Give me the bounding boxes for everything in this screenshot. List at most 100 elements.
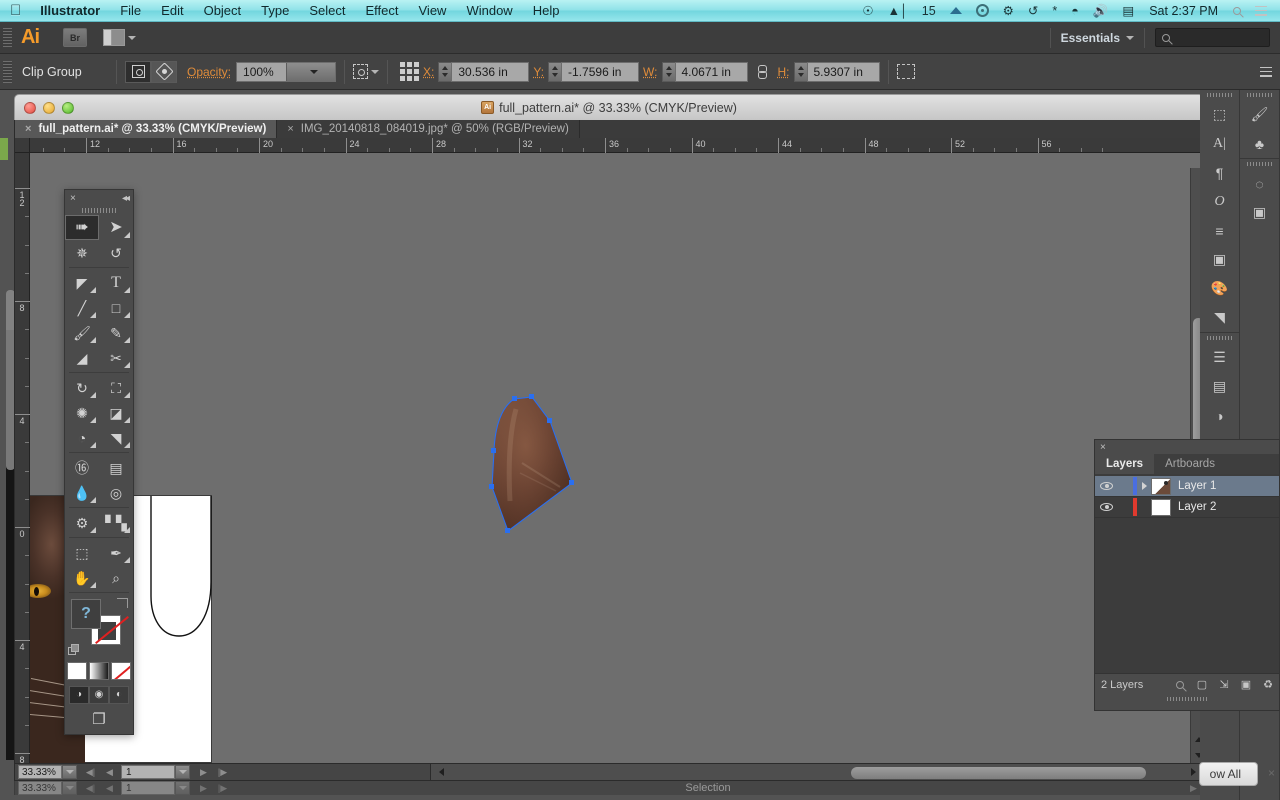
lasso-tool[interactable]: ↺ [99, 240, 133, 265]
free-transform-tool[interactable]: ◪ [99, 400, 133, 425]
x-stepper[interactable] [438, 61, 452, 82]
close-icon[interactable]: × [70, 193, 76, 204]
artboard-dropdown-button[interactable] [175, 765, 190, 779]
y-stepper[interactable] [548, 61, 562, 82]
scissors-tool[interactable]: ✂ [99, 345, 133, 370]
layers-panel-close[interactable]: × [1095, 440, 1279, 454]
paintbrush-tool[interactable]: 🖌 [65, 320, 99, 345]
pen-tool[interactable]: ◤ [65, 270, 99, 295]
menu-edit[interactable]: Edit [151, 0, 193, 22]
none-button[interactable] [111, 662, 131, 680]
close-icon[interactable]: × [287, 123, 293, 135]
last-artboard-button[interactable]: |▶ [213, 764, 232, 780]
chevron-down-icon[interactable] [1126, 35, 1134, 40]
tools-panel-grip[interactable] [65, 206, 133, 215]
artboard-tool[interactable]: ⬚ [65, 540, 99, 565]
brushes-panel-icon[interactable]: 🖌 [1240, 100, 1279, 129]
x-position-field[interactable]: X: 30.536 in [423, 61, 530, 82]
x-value[interactable]: 30.536 in [451, 61, 530, 82]
line-segment-tool[interactable]: ╱ [65, 295, 99, 320]
wifi-icon[interactable]: ◓ [1064, 0, 1086, 22]
scroll-left-button[interactable] [433, 764, 449, 780]
vertical-ruler[interactable]: 12 8 4 0 4 8 [15, 153, 30, 763]
create-new-layer-icon[interactable]: ▣ [1235, 678, 1257, 691]
menu-object[interactable]: Object [194, 0, 252, 22]
layer-row-2[interactable]: Layer 2 [1095, 497, 1279, 518]
menu-view[interactable]: View [409, 0, 457, 22]
illustrator-menulet-icon[interactable]: ▲│ [881, 0, 915, 22]
apple-icon[interactable]:  [10, 3, 21, 18]
h-value[interactable]: 5.9307 in [806, 61, 880, 82]
align-panel-icon[interactable]: ≡ [1200, 216, 1239, 245]
y-position-field[interactable]: Y: -1.7596 in [533, 61, 640, 82]
transparency-panel-icon[interactable]: ◑ [1200, 401, 1239, 430]
horizontal-ruler[interactable]: 12 16 20 24 28 32 36 40 44 48 52 56 [15, 138, 1203, 153]
menu-help[interactable]: Help [523, 0, 570, 22]
draw-behind-button[interactable]: ◉ [89, 686, 109, 704]
visibility-toggle[interactable] [1095, 503, 1117, 511]
eyedropper-tool[interactable]: 💧 [65, 480, 99, 505]
help-search-input[interactable] [1155, 28, 1270, 47]
visibility-toggle[interactable] [1095, 482, 1117, 490]
y-value[interactable]: -1.7596 in [561, 61, 640, 82]
collapse-icon[interactable]: ◂◂ [122, 193, 130, 204]
menu-bar-clock[interactable]: Sat 2:37 PM [1141, 4, 1226, 18]
h-stepper[interactable] [793, 61, 807, 82]
previous-artboard-button[interactable]: ◀ [100, 764, 119, 780]
opacity-dropdown-button[interactable] [285, 62, 336, 81]
column-graph-tool[interactable]: ▘▚ [99, 510, 133, 535]
layer-row-1[interactable]: Layer 1 [1095, 476, 1279, 497]
locate-object-icon[interactable] [1169, 680, 1191, 689]
document-window-titlebar[interactable]: Ai full_pattern.ai* @ 33.33% (CMYK/Previ… [14, 94, 1204, 120]
menu-file[interactable]: File [110, 0, 151, 22]
symbols-panel-icon[interactable]: ♣ [1240, 129, 1279, 158]
menu-select[interactable]: Select [299, 0, 355, 22]
constrain-proportions-icon[interactable] [754, 64, 768, 80]
delete-selection-icon[interactable]: ♻ [1257, 678, 1279, 691]
first-artboard-button[interactable]: ◀| [81, 764, 100, 780]
close-icon[interactable]: × [25, 123, 31, 135]
time-machine-icon[interactable]: ↺ [1021, 0, 1045, 22]
character-panel-icon[interactable]: A| [1200, 129, 1239, 158]
paragraph-panel-icon[interactable]: ¶ [1200, 158, 1239, 187]
type-tool[interactable]: T [99, 270, 133, 295]
gradient-panel-icon[interactable]: ▤ [1200, 372, 1239, 401]
pathfinder-panel-icon[interactable]: ▣ [1200, 245, 1239, 274]
notification-center-icon[interactable] [1248, 5, 1274, 16]
create-new-sublayer-icon[interactable]: ⇲ [1213, 678, 1235, 691]
arrange-documents-button[interactable] [103, 29, 136, 46]
hand-tool[interactable]: ✋ [65, 565, 99, 590]
menu-illustrator[interactable]: Illustrator [30, 0, 110, 22]
make-clipping-mask-icon[interactable]: ▢ [1191, 678, 1213, 691]
slice-tool[interactable]: ✒ [99, 540, 133, 565]
zoom-tool[interactable]: ⌕ [99, 565, 133, 590]
height-field[interactable]: H: 5.9307 in [778, 61, 880, 82]
menu-effect[interactable]: Effect [355, 0, 408, 22]
dock-grip[interactable] [1200, 333, 1239, 343]
bell-icon[interactable]: ☉ [855, 0, 880, 22]
volume-icon[interactable]: 🔊 [1086, 0, 1116, 22]
color-guide-panel-icon[interactable]: ◥ [1200, 303, 1239, 332]
battery-icon[interactable]: ▤ [1115, 0, 1141, 22]
panel-menu-icon[interactable] [1260, 66, 1272, 77]
artboards-panel-icon[interactable]: ⬚ [1200, 100, 1239, 129]
tab-img-20140818[interactable]: × IMG_20140818_084019.jpg* @ 50% (RGB/Pr… [277, 120, 580, 138]
appbar-grip[interactable] [3, 27, 12, 48]
dock-grip[interactable] [1200, 90, 1239, 100]
canvas[interactable] [30, 153, 1203, 763]
layers-panel-resize-grip[interactable] [1095, 695, 1279, 702]
dropbox-icon[interactable] [943, 7, 969, 14]
rectangle-tool[interactable]: □ [99, 295, 133, 320]
gradient-tool[interactable]: ▤ [99, 455, 133, 480]
show-all-button[interactable]: ow All [1198, 762, 1258, 786]
spotlight-search-icon[interactable] [1226, 6, 1248, 15]
tab-layers[interactable]: Layers [1095, 454, 1155, 474]
show-all-close-icon[interactable]: × [1268, 766, 1275, 780]
tab-artboards[interactable]: Artboards [1154, 454, 1226, 474]
opacity-input[interactable]: 100% [236, 61, 337, 82]
fill-swatch[interactable]: ? [71, 599, 101, 629]
stroke-panel-icon[interactable]: ☰ [1200, 343, 1239, 372]
magic-wand-tool[interactable]: ✵ [65, 240, 99, 265]
appearance-panel-icon[interactable]: ◌ [1240, 169, 1279, 198]
transform-panel-icon[interactable] [896, 64, 915, 79]
